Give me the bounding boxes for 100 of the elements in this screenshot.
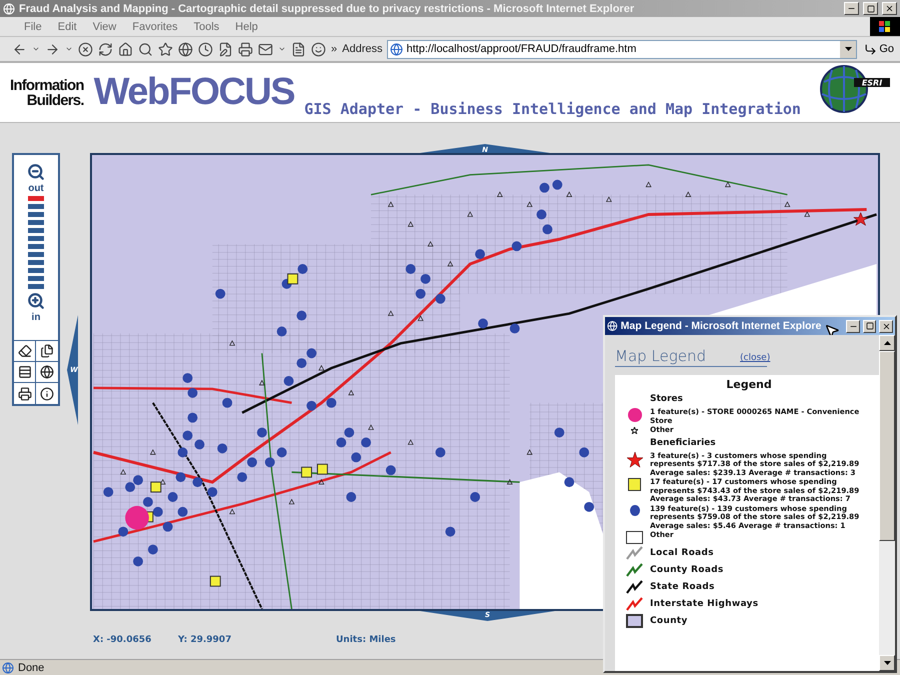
maximize-button[interactable] xyxy=(862,320,876,332)
caret-icon xyxy=(844,47,852,51)
favorites-icon[interactable] xyxy=(158,42,173,56)
restore-button[interactable] xyxy=(863,2,878,15)
menu-item[interactable]: View xyxy=(84,20,124,32)
dot-marker xyxy=(222,398,232,408)
legend-label: Interstate Highways xyxy=(650,598,758,611)
dot-marker xyxy=(276,326,287,336)
brand-logo-text: Builders. xyxy=(26,93,84,108)
smiley-icon[interactable] xyxy=(311,42,326,56)
dot-marker xyxy=(276,447,287,458)
page-subtitle: GIS Adapter - Business Intelligence and Map Integration xyxy=(304,100,802,118)
scroll-down-button[interactable] xyxy=(879,655,895,671)
back-icon[interactable] xyxy=(12,42,27,56)
dot-marker xyxy=(152,506,163,517)
address-dropdown-button[interactable] xyxy=(840,40,856,58)
brand-logo-text: Information xyxy=(10,78,84,93)
dot-marker xyxy=(554,428,564,438)
search-icon[interactable] xyxy=(138,42,153,56)
dot-marker xyxy=(584,502,594,512)
dot-marker xyxy=(207,487,218,497)
close-link[interactable]: (close) xyxy=(740,353,770,363)
dot-marker xyxy=(478,318,488,328)
map-tool-button[interactable] xyxy=(14,341,36,362)
globe-icon xyxy=(40,365,54,379)
dot-marker xyxy=(148,544,158,554)
dot-marker xyxy=(188,388,198,398)
browser-icon xyxy=(607,320,618,332)
zoom-in-icon[interactable] xyxy=(27,292,45,310)
zoom-out-icon[interactable] xyxy=(27,163,45,181)
dot-marker xyxy=(336,438,346,448)
forward-icon[interactable] xyxy=(45,42,60,56)
close-icon xyxy=(885,4,894,13)
dropdown-icon[interactable] xyxy=(65,45,73,53)
minimize-button[interactable] xyxy=(846,320,860,332)
dot-marker xyxy=(133,556,144,566)
dot-marker xyxy=(178,447,188,458)
home-icon[interactable] xyxy=(118,42,133,56)
square-marker xyxy=(287,273,298,284)
dot-marker xyxy=(194,440,204,450)
dot-marker xyxy=(296,310,307,321)
status-text: Done xyxy=(18,662,44,674)
legend-group-title: Stores xyxy=(650,394,684,404)
menu-item[interactable]: Help xyxy=(227,20,266,32)
dot-marker xyxy=(118,526,128,537)
minimize-button[interactable] xyxy=(844,2,859,15)
close-button[interactable] xyxy=(882,2,897,15)
go-button[interactable]: Go xyxy=(862,42,896,56)
scroll-thumb[interactable] xyxy=(879,351,895,541)
close-button[interactable] xyxy=(879,320,893,332)
star-marker xyxy=(854,212,868,226)
legend-label: State Roads xyxy=(650,581,715,594)
dot-marker xyxy=(435,294,446,304)
dot-marker xyxy=(178,506,188,517)
edit-icon[interactable] xyxy=(218,42,233,56)
dropdown-icon[interactable] xyxy=(32,45,40,53)
dot-marker xyxy=(475,249,485,260)
dropdown-icon[interactable] xyxy=(278,45,286,53)
more-chevron[interactable]: » xyxy=(331,43,338,55)
zoom-out-label: out xyxy=(28,184,44,193)
dot-marker xyxy=(182,430,193,440)
address-field[interactable]: http://localhost/approot/FRAUD/fraudframe.htm xyxy=(387,40,858,58)
dot-marker xyxy=(344,428,354,438)
documents-icon xyxy=(40,344,54,358)
windows-logo-icon xyxy=(870,17,900,36)
dot-marker xyxy=(284,376,294,386)
stop-icon[interactable] xyxy=(78,42,93,56)
document-icon[interactable] xyxy=(291,42,306,56)
scroll-up-button[interactable] xyxy=(879,335,895,351)
dot-marker xyxy=(296,358,307,368)
dot-marker xyxy=(306,348,316,358)
window-title: Map Legend - Microsoft Internet Explore xyxy=(620,320,822,332)
info-icon xyxy=(40,386,54,400)
dot-marker xyxy=(361,438,371,448)
mail-icon[interactable] xyxy=(258,42,273,56)
restore-icon xyxy=(866,4,874,12)
refresh-icon[interactable] xyxy=(98,42,113,56)
dot-marker xyxy=(326,398,336,408)
dot-marker xyxy=(176,472,186,482)
globe-icon[interactable] xyxy=(178,42,193,56)
legend-label: Local Roads xyxy=(650,547,714,560)
print-icon[interactable] xyxy=(238,42,253,56)
dot-marker xyxy=(470,492,480,502)
dot-marker xyxy=(188,412,198,423)
x-coordinate: X: -90.0656 xyxy=(93,635,152,645)
print-icon xyxy=(18,386,32,400)
scroll-up-icon xyxy=(884,341,890,345)
map-tool-button[interactable] xyxy=(14,362,36,383)
dot-marker xyxy=(416,288,426,299)
history-icon[interactable] xyxy=(198,42,213,56)
menu-item[interactable]: Favorites xyxy=(124,20,186,32)
dot-marker xyxy=(143,496,153,507)
square-marker xyxy=(316,464,328,475)
dot-marker xyxy=(420,274,430,284)
scrollbar[interactable] xyxy=(879,335,895,671)
menu-item[interactable]: Tools xyxy=(186,20,228,32)
menu-item[interactable]: File xyxy=(16,20,50,32)
menu-item[interactable]: Edit xyxy=(50,20,85,32)
dot-marker xyxy=(298,264,308,274)
dot-marker xyxy=(168,492,178,502)
